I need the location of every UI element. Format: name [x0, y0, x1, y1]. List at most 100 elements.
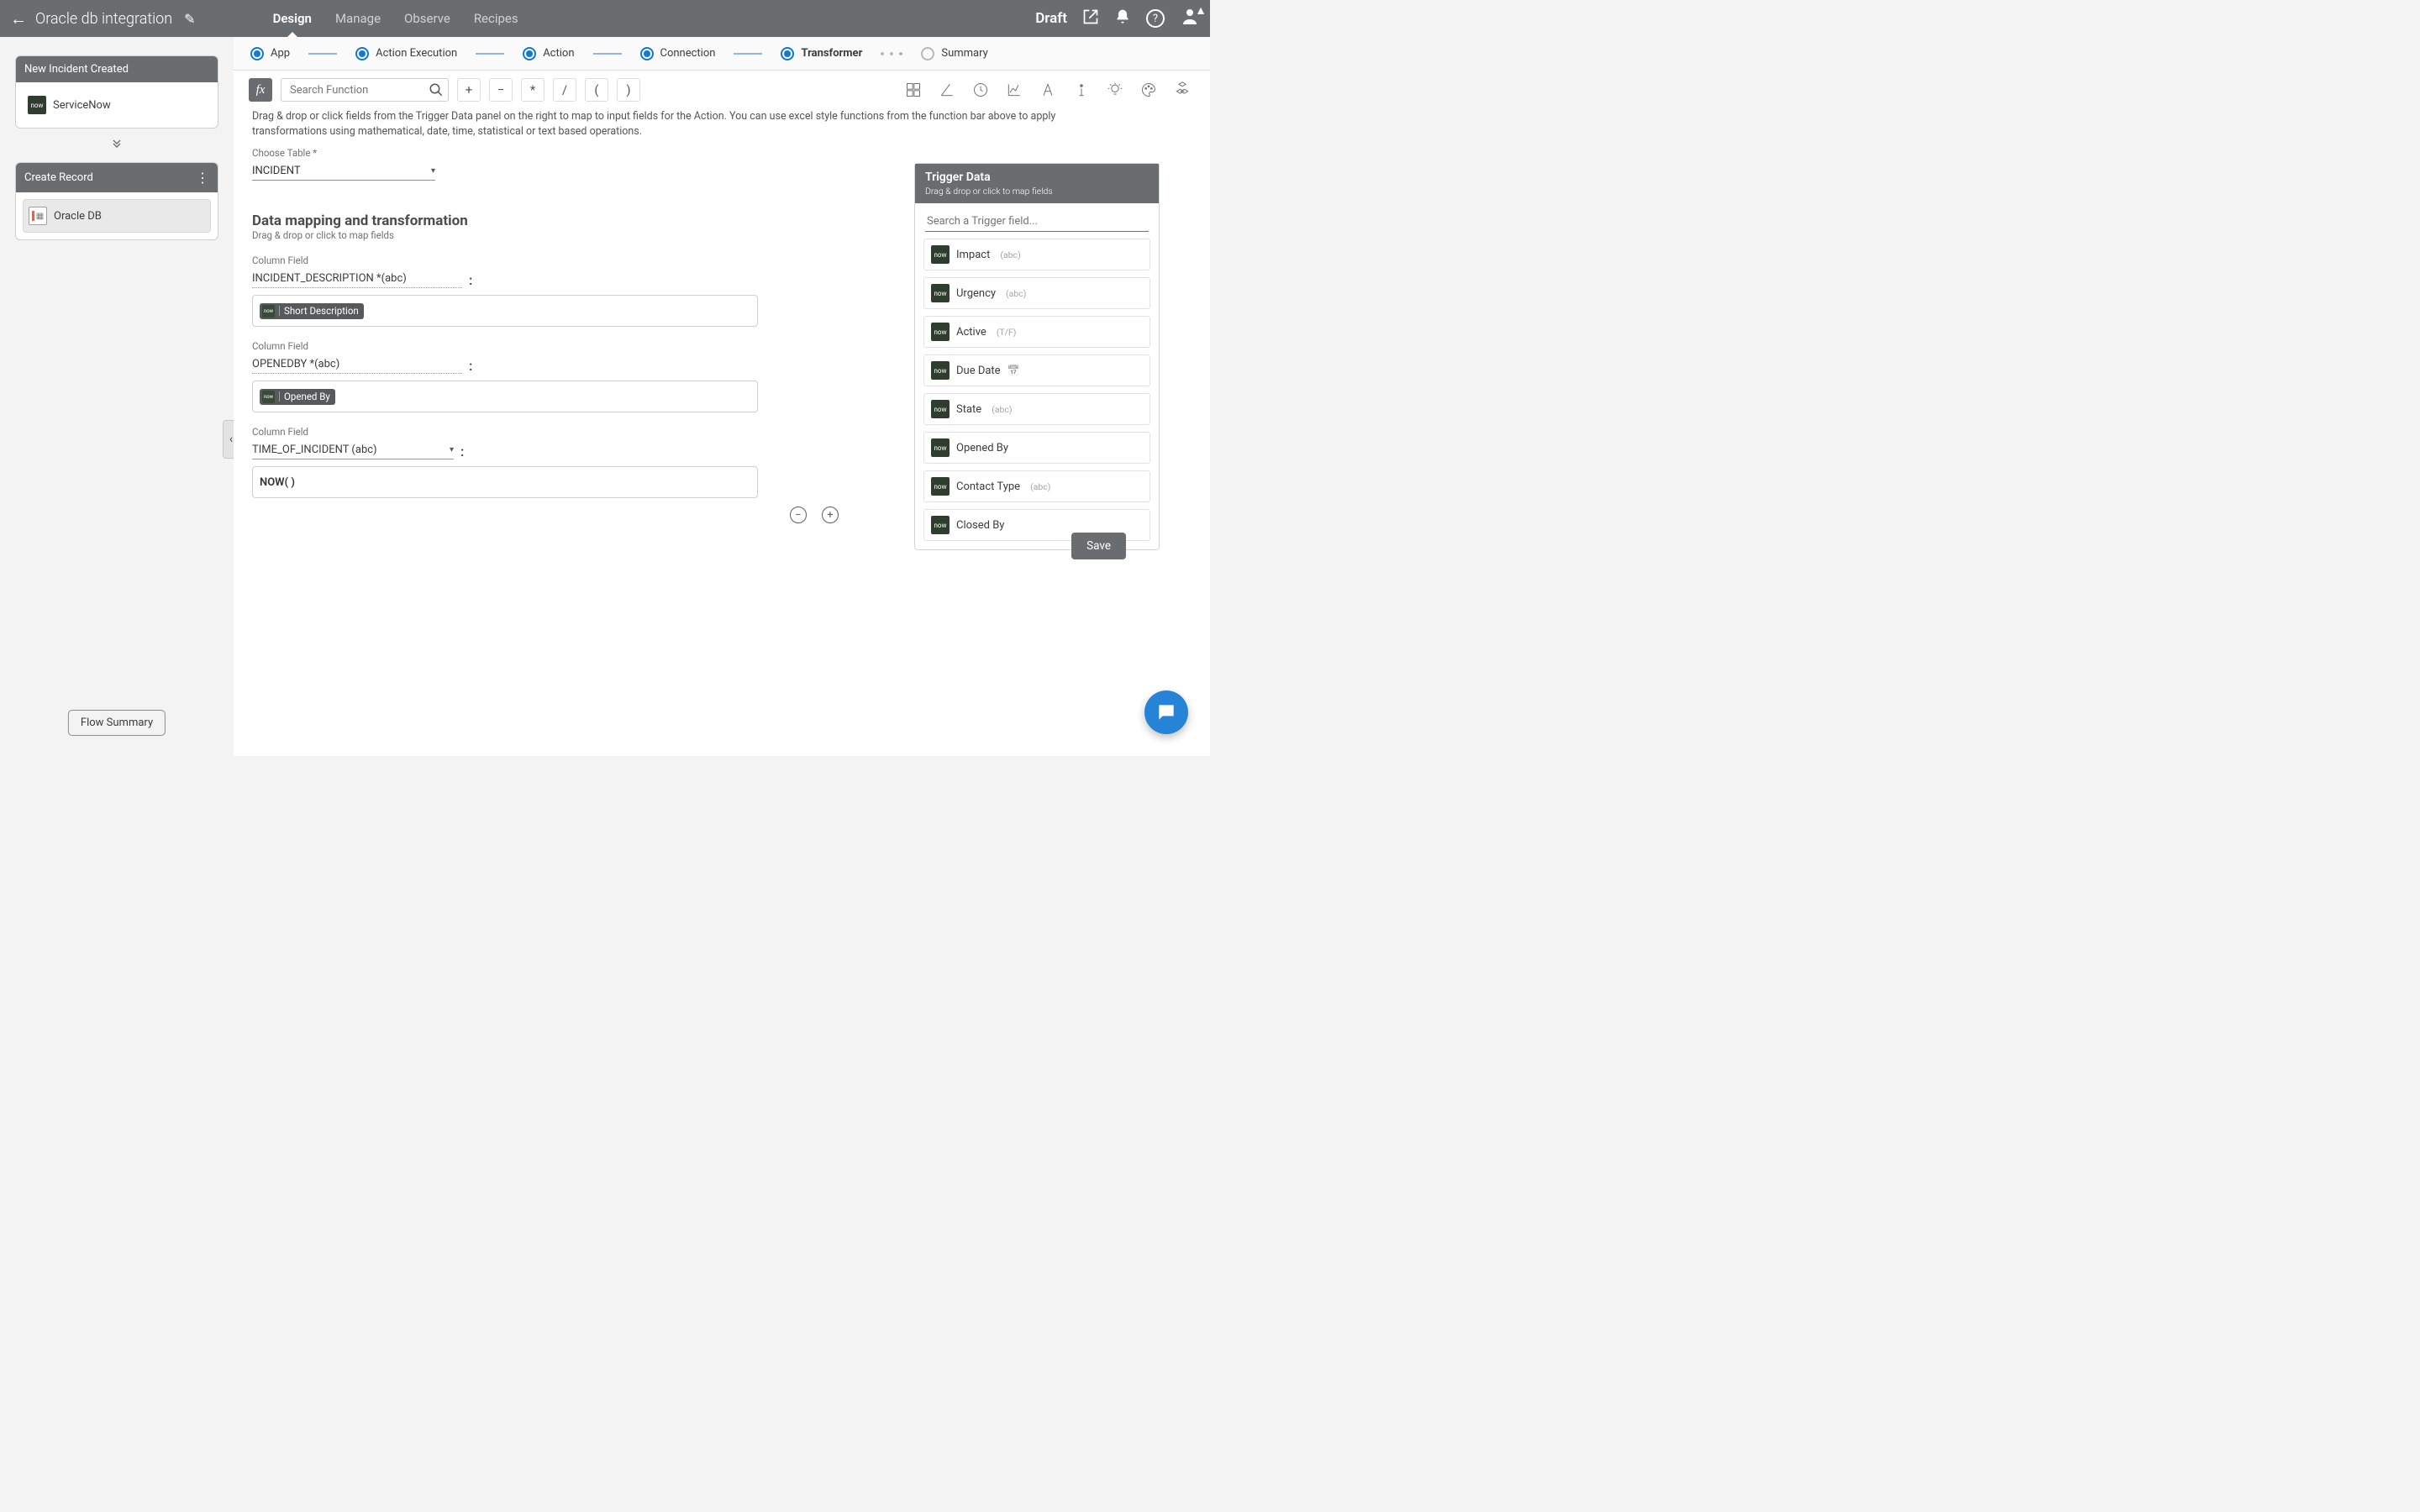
status-label: Draft — [1035, 10, 1067, 27]
trigger-field-item[interactable]: nowDue Date📅 — [923, 354, 1150, 386]
trigger-card-header: New Incident Created — [16, 56, 218, 82]
open-external-icon[interactable] — [1082, 8, 1099, 29]
op-div[interactable]: / — [553, 78, 576, 102]
colon: : — [469, 358, 472, 374]
trigger-field-item[interactable]: nowContact Type(abc) — [923, 470, 1150, 502]
field-token[interactable]: now Opened By — [260, 389, 335, 405]
step-label: Action — [543, 47, 574, 60]
notifications-icon[interactable] — [1114, 8, 1131, 29]
trigger-field-name: Contact Type — [956, 480, 1020, 493]
save-button[interactable]: Save — [1071, 533, 1126, 559]
colon: : — [469, 272, 472, 288]
servicenow-icon: now — [931, 438, 950, 457]
tab-observe[interactable]: Observe — [402, 1, 452, 36]
trigger-card-title: New Incident Created — [24, 63, 129, 76]
trigger-field-type: (T/F) — [997, 327, 1017, 338]
tab-recipes[interactable]: Recipes — [472, 1, 520, 36]
op-minus[interactable]: − — [489, 78, 513, 102]
step-connector — [734, 53, 762, 55]
trigger-search-input[interactable] — [925, 212, 1149, 232]
op-lparen[interactable]: ( — [585, 78, 608, 102]
trigger-field-type: (abc) — [1000, 249, 1020, 260]
step-label: Connection — [660, 47, 716, 60]
add-row-button[interactable]: + — [822, 507, 839, 523]
column-select-value: OPENEDBY *(abc) — [252, 358, 339, 370]
expression-text: NOW( ) — [260, 476, 295, 489]
step-label: App — [271, 47, 290, 60]
column-select[interactable]: OPENEDBY *(abc) — [252, 355, 462, 374]
user-avatar[interactable]: ▲ — [1180, 6, 1200, 31]
servicenow-icon: now — [931, 284, 950, 302]
flow-arrow-icon — [15, 137, 218, 150]
trigger-field-item[interactable]: nowImpact(abc) — [923, 239, 1150, 270]
column-field-label: Column Field — [252, 340, 773, 352]
trigger-field-item[interactable]: nowActive(T/F) — [923, 316, 1150, 348]
caret-down-icon: ▾ — [431, 166, 435, 176]
trigger-field-name: Due Date — [956, 365, 1001, 377]
trigger-panel-subtitle: Drag & drop or click to map fields — [925, 186, 1149, 197]
step-label: Action Execution — [376, 47, 457, 60]
step-label: Summary — [941, 47, 987, 60]
trigger-field-name: Opened By — [956, 442, 1008, 454]
category-palette-icon[interactable] — [1136, 77, 1161, 102]
flow-summary-button[interactable]: Flow Summary — [68, 710, 166, 736]
step-summary[interactable]: Summary — [921, 47, 987, 60]
trigger-field-item[interactable]: now Opened By — [923, 432, 1150, 464]
column-select[interactable]: INCIDENT_DESCRIPTION *(abc) — [252, 270, 462, 288]
column-select[interactable]: TIME_OF_INCIDENT (abc) ▾ — [252, 441, 454, 459]
trigger-field-item[interactable]: nowState(abc) — [923, 393, 1150, 425]
tab-design[interactable]: Design — [271, 1, 313, 36]
category-info-icon[interactable] — [1069, 77, 1094, 102]
remove-row-button[interactable]: − — [790, 507, 807, 523]
servicenow-icon: now — [931, 516, 950, 534]
column-select-value: TIME_OF_INCIDENT (abc) — [252, 444, 377, 456]
search-icon[interactable] — [429, 82, 444, 101]
action-card-title: Create Record — [24, 171, 93, 184]
step-action[interactable]: Action — [523, 47, 574, 60]
fx-icon[interactable]: fx — [249, 78, 272, 102]
function-bar: fx + − * / ( ) — [234, 71, 1210, 109]
search-function-input[interactable] — [281, 78, 449, 102]
tab-manage[interactable]: Manage — [334, 1, 382, 36]
trigger-panel-title: Trigger Data — [925, 171, 1149, 184]
edit-title-icon[interactable]: ✎ — [184, 11, 195, 27]
mapping-value-box[interactable]: now Short Description — [252, 295, 758, 327]
help-icon[interactable]: ? — [1146, 9, 1165, 28]
servicenow-icon: now — [28, 96, 46, 114]
op-mult[interactable]: * — [521, 78, 544, 102]
column-field-label: Column Field — [252, 426, 773, 438]
trigger-field-item[interactable]: nowUrgency(abc) — [923, 277, 1150, 309]
category-chart-icon[interactable] — [1002, 77, 1027, 102]
step-transformer[interactable]: Transformer — [781, 47, 862, 60]
field-token[interactable]: now Short Description — [260, 303, 364, 319]
category-clock-icon[interactable] — [968, 77, 993, 102]
choose-table-select[interactable]: INCIDENT ▾ — [252, 162, 435, 181]
category-text-icon[interactable] — [1035, 77, 1060, 102]
servicenow-icon: now — [262, 391, 275, 403]
trigger-data-panel: Trigger Data Drag & drop or click to map… — [914, 163, 1160, 550]
step-app[interactable]: App — [250, 47, 290, 60]
step-label: Transformer — [801, 47, 862, 60]
category-angle-icon[interactable] — [934, 77, 960, 102]
mapping-row: Column Field TIME_OF_INCIDENT (abc) ▾ : … — [252, 426, 773, 498]
mapping-value-box[interactable]: now Opened By — [252, 381, 758, 412]
choose-table-label: Choose Table * — [252, 147, 1192, 159]
mapping-value-box[interactable]: NOW( ) — [252, 466, 758, 498]
action-source-item[interactable]: ▦ Oracle DB — [23, 199, 211, 233]
op-rparen[interactable]: ) — [617, 78, 640, 102]
category-cubes-icon[interactable] — [1170, 77, 1195, 102]
step-action-execution[interactable]: Action Execution — [355, 47, 457, 60]
step-connection[interactable]: Connection — [640, 47, 716, 60]
back-arrow-icon[interactable]: ← — [10, 8, 27, 29]
oracle-db-icon: ▦ — [29, 207, 47, 225]
trigger-source-label: ServiceNow — [53, 99, 111, 112]
op-plus[interactable]: + — [457, 78, 481, 102]
left-sidebar: New Incident Created now ServiceNow Crea… — [0, 37, 234, 756]
trigger-source-item[interactable]: now ServiceNow — [23, 89, 211, 121]
category-bulb-icon[interactable] — [1102, 77, 1128, 102]
card-menu-icon[interactable]: ⋮ — [196, 170, 209, 186]
chat-widget-button[interactable] — [1144, 690, 1188, 734]
trigger-field-name: Urgency — [956, 287, 996, 300]
category-grid-icon[interactable] — [901, 77, 926, 102]
main-panel: App Action Execution Action Connection T… — [234, 37, 1210, 756]
